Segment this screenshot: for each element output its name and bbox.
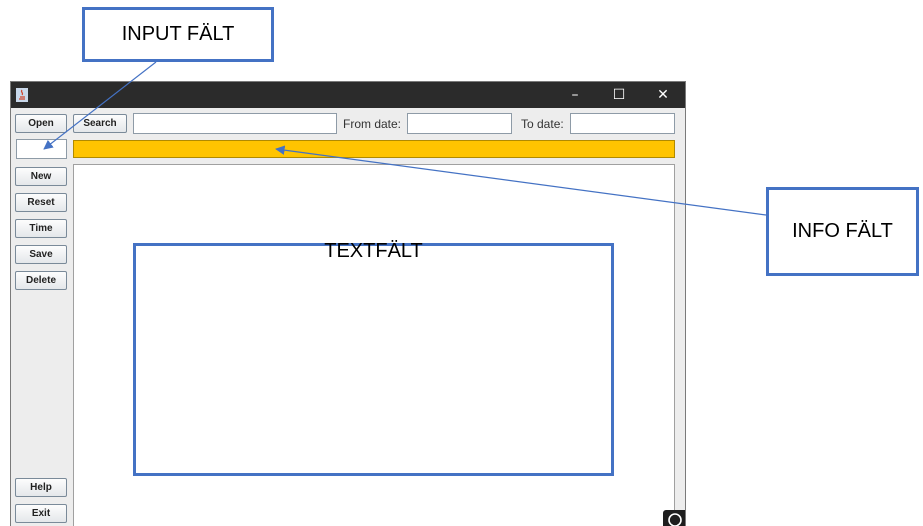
search-input[interactable] bbox=[133, 113, 337, 134]
to-date-label: To date: bbox=[521, 117, 564, 131]
callout-input-label: INPUT FÄLT bbox=[121, 23, 235, 45]
minimize-icon[interactable]: – bbox=[553, 82, 597, 108]
title-bar[interactable]: – ☐ ✕ bbox=[11, 82, 685, 108]
callout-text-label: TEXTFÄLT bbox=[324, 240, 423, 262]
help-button[interactable]: Help bbox=[15, 478, 67, 497]
callout-info-label: INFO FÄLT bbox=[792, 220, 893, 242]
page: INPUT FÄLT INFO FÄLT – ☐ ✕ Open Search F… bbox=[0, 0, 923, 526]
input-field[interactable] bbox=[16, 139, 67, 159]
reset-button[interactable]: Reset bbox=[15, 193, 67, 212]
callout-input-field: INPUT FÄLT bbox=[82, 7, 274, 62]
info-field bbox=[73, 140, 675, 158]
open-button[interactable]: Open bbox=[15, 114, 67, 133]
search-button[interactable]: Search bbox=[73, 114, 127, 133]
close-icon[interactable]: ✕ bbox=[641, 82, 685, 108]
java-icon bbox=[16, 88, 28, 102]
from-date-label: From date: bbox=[343, 117, 402, 131]
maximize-icon[interactable]: ☐ bbox=[597, 82, 641, 108]
delete-button[interactable]: Delete bbox=[15, 271, 67, 290]
exit-button[interactable]: Exit bbox=[15, 504, 67, 523]
resize-grip-icon[interactable] bbox=[663, 510, 685, 526]
time-button[interactable]: Time bbox=[15, 219, 67, 238]
circle-icon bbox=[668, 513, 682, 526]
callout-info-field: INFO FÄLT bbox=[766, 187, 919, 276]
to-date-field[interactable] bbox=[570, 113, 675, 134]
save-button[interactable]: Save bbox=[15, 245, 67, 264]
callout-text-field: TEXTFÄLT bbox=[133, 240, 614, 476]
new-button[interactable]: New bbox=[15, 167, 67, 186]
from-date-field[interactable] bbox=[407, 113, 512, 134]
